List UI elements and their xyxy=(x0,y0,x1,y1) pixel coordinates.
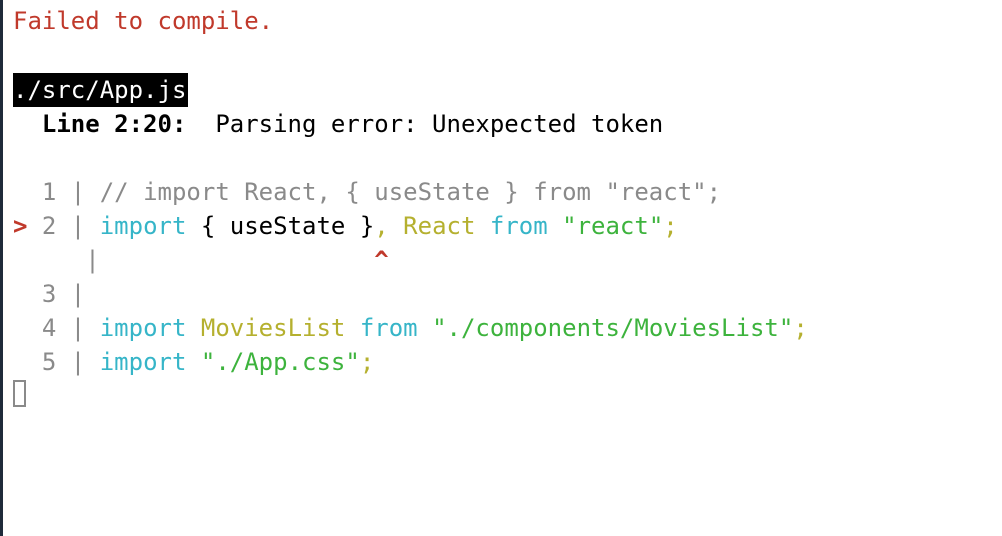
error-message: Parsing error: Unexpected token xyxy=(215,110,664,138)
code-line-4: 4 | import MoviesList from "./components… xyxy=(41,314,808,342)
line-number: 4 xyxy=(41,314,57,342)
code-text: { useState } xyxy=(186,212,375,240)
code-line-5: 5 | import "./App.css"; xyxy=(41,348,375,376)
code-line-2: > 2 | import { useState }, React from "r… xyxy=(13,212,678,240)
string-literal: "./components/MoviesList" xyxy=(417,314,794,342)
line-number: 2 xyxy=(41,212,57,240)
code-caret-line: | ^ xyxy=(70,246,389,274)
keyword: import xyxy=(99,314,187,342)
line-number: 1 xyxy=(41,178,57,206)
identifier: MoviesList xyxy=(186,314,346,342)
error-summary: Line 2:20: Parsing error: Unexpected tok… xyxy=(13,107,663,141)
keyword: import xyxy=(99,212,187,240)
terminal-cursor[interactable] xyxy=(13,380,26,407)
keyword: from xyxy=(475,212,548,240)
error-line-marker: > xyxy=(13,212,28,240)
string-literal: "react" xyxy=(547,212,664,240)
string-literal: "./App.css" xyxy=(186,348,360,376)
error-file-path: ./src/App.js xyxy=(13,73,189,107)
punctuation: , xyxy=(374,212,389,240)
identifier: React xyxy=(388,212,476,240)
code-line-1: 1 | // import React, { useState } from "… xyxy=(41,178,722,206)
keyword: from xyxy=(345,314,418,342)
code-comment: // import React, { useState } from "reac… xyxy=(99,178,722,206)
keyword: import xyxy=(99,348,187,376)
line-number: 3 xyxy=(41,280,57,308)
code-line-3: 3 | xyxy=(41,280,86,308)
window-left-border xyxy=(0,0,3,536)
line-number: 5 xyxy=(41,348,57,376)
compile-error-title: Failed to compile. xyxy=(13,7,274,35)
error-caret: ^ xyxy=(374,246,389,274)
error-location: Line 2:20: xyxy=(41,110,187,138)
punctuation: ; xyxy=(663,212,678,240)
punctuation: ; xyxy=(359,348,375,376)
punctuation: ; xyxy=(793,314,808,342)
